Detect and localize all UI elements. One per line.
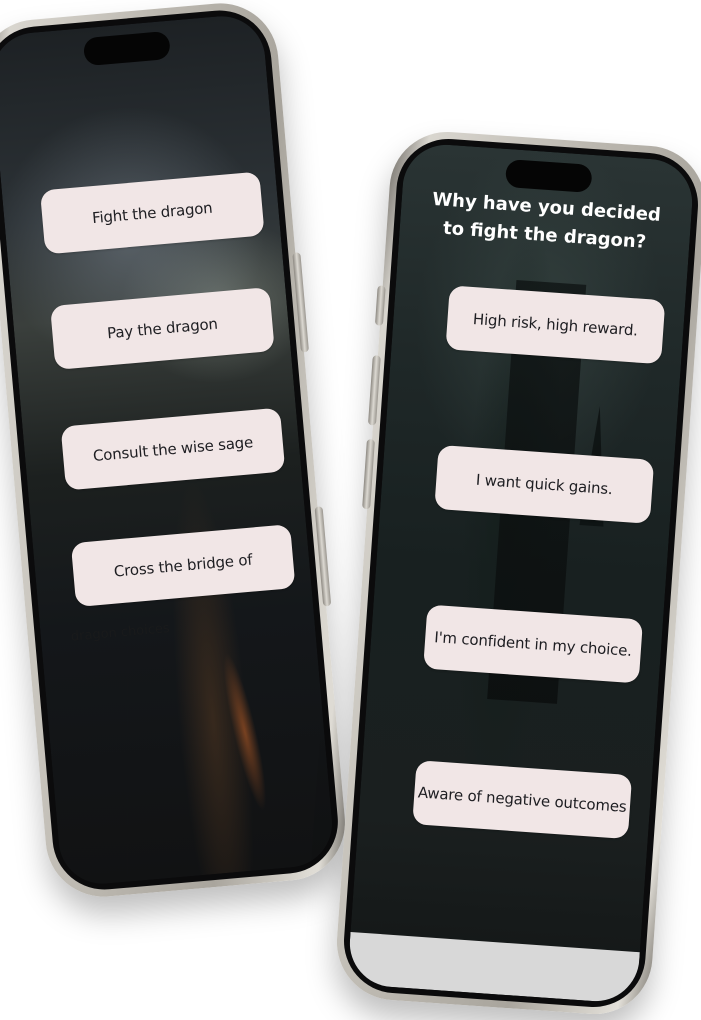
right-phone-screen: Why have you decided to fight the dragon…	[346, 141, 696, 1005]
faint-caption: dragon choices	[70, 621, 171, 645]
option-confident[interactable]: I'm confident in my choice.	[423, 604, 644, 684]
question-heading: Why have you decided to fight the dragon…	[431, 188, 662, 253]
option-cross-bridge[interactable]: Cross the bridge of	[70, 524, 296, 608]
dynamic-island	[504, 159, 593, 193]
option-quick-gains[interactable]: I want quick gains.	[434, 444, 655, 524]
option-consult-sage[interactable]: Consult the wise sage	[60, 407, 286, 491]
bottom-bar	[346, 931, 640, 1005]
left-phone: Fight the dragon Pay the dragon Consult …	[0, 0, 350, 902]
volume-down-button	[362, 438, 375, 510]
dynamic-island	[82, 30, 171, 67]
action-button	[374, 285, 386, 326]
mockup-stage: Fight the dragon Pay the dragon Consult …	[0, 0, 701, 1020]
option-fight-dragon[interactable]: Fight the dragon	[39, 171, 265, 255]
glowing-path	[199, 615, 291, 849]
right-phone: Why have you decided to fight the dragon…	[333, 128, 701, 1018]
left-phone-screen: Fight the dragon Pay the dragon Consult …	[0, 12, 336, 888]
option-aware-negative[interactable]: Aware of negative outcomes	[412, 760, 633, 840]
option-high-risk[interactable]: High risk, high reward.	[445, 285, 666, 365]
volume-up-button	[367, 355, 381, 426]
option-pay-dragon[interactable]: Pay the dragon	[50, 287, 275, 370]
